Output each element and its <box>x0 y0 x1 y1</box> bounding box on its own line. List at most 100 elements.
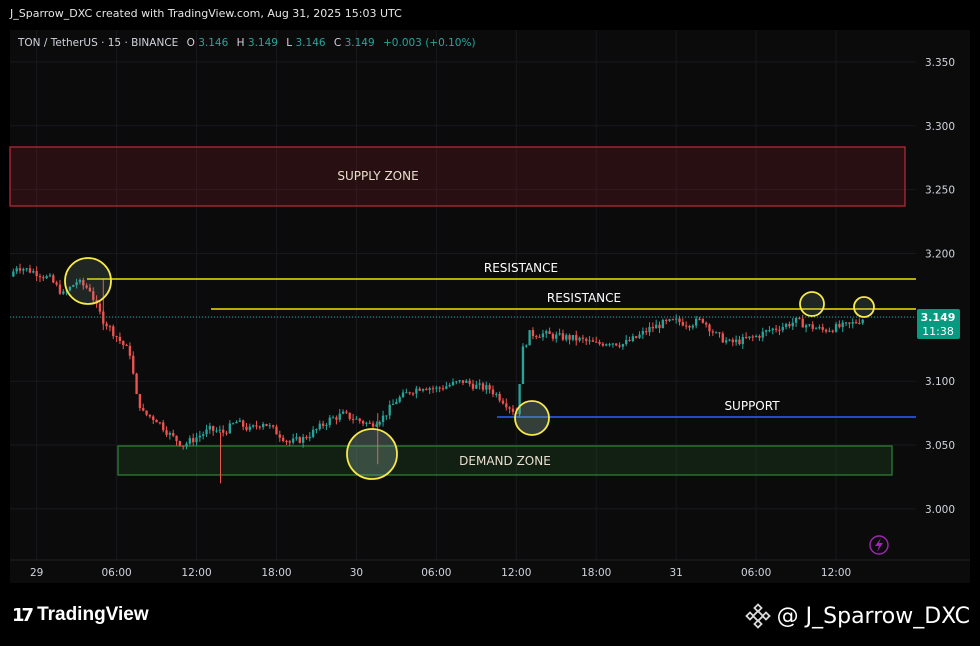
legend-open-value: 3.146 <box>198 37 228 49</box>
candle-body <box>212 425 215 431</box>
candle-body <box>238 420 241 422</box>
candle-body <box>281 437 285 442</box>
candle-body <box>182 445 185 447</box>
supply-zone-box[interactable] <box>9 146 906 207</box>
candle-body <box>565 335 568 340</box>
candle-body <box>365 422 368 424</box>
candle-body <box>675 318 678 320</box>
candle-body <box>112 326 115 337</box>
countdown-timer: 11:38 <box>922 325 954 338</box>
highlight-circle-resistance-touch-1 <box>64 257 112 305</box>
candle-body <box>122 340 125 346</box>
candle-body <box>495 393 498 395</box>
candle-body <box>288 441 291 443</box>
candle-body <box>135 373 138 394</box>
candle-body <box>271 425 275 427</box>
candle-body <box>258 426 261 428</box>
candle-body <box>838 324 841 328</box>
candle-body <box>241 420 245 427</box>
candle-body <box>261 423 265 428</box>
support-label: SUPPORT <box>724 399 780 413</box>
candle-body <box>195 437 198 443</box>
candle-body <box>468 380 471 384</box>
candle-body <box>305 436 308 439</box>
price-tick-label: 3.350 <box>925 57 955 69</box>
candle-body <box>814 328 818 330</box>
candle-body <box>478 383 481 385</box>
legend-change: +0.003 (+0.10%) <box>383 37 476 49</box>
candle-body <box>568 335 571 340</box>
candle-body <box>208 425 212 430</box>
candle-body <box>488 385 491 390</box>
candle-body <box>668 319 671 321</box>
candle-body <box>834 324 838 332</box>
candle-body <box>658 324 661 329</box>
candle-body <box>425 389 428 391</box>
candle-body <box>328 417 331 425</box>
candle-body <box>58 284 62 294</box>
supply-zone-label: SUPPLY ZONE <box>337 169 418 183</box>
candle-body <box>28 268 32 273</box>
candle-body <box>355 418 358 420</box>
candle-body <box>421 389 425 391</box>
candle-body <box>551 333 555 339</box>
candle-body <box>711 331 714 333</box>
price-axis-panel[interactable] <box>916 30 970 560</box>
price-tick-label: 3.000 <box>925 504 955 516</box>
candle-body <box>788 324 791 327</box>
candle-body <box>35 271 38 277</box>
candle-body <box>771 328 774 331</box>
candle-body <box>811 324 814 329</box>
candle-body <box>618 345 621 347</box>
candle-body <box>578 337 581 341</box>
candle-body <box>704 322 708 325</box>
candle-body <box>824 329 828 332</box>
author-handle: @ J_Sparrow_DXC <box>776 603 970 629</box>
legend-low-label: L <box>286 37 292 49</box>
time-tick-label: 06:00 <box>741 567 771 579</box>
candle-body <box>138 393 142 409</box>
candle-body <box>385 415 388 417</box>
legend-open-label: O <box>187 37 195 49</box>
candle-body <box>455 381 458 383</box>
demand-zone-label: DEMAND ZONE <box>459 454 551 468</box>
candle-body <box>724 340 728 343</box>
price-chart[interactable]: SUPPLY ZONE DEMAND ZONE RESISTANCE RESIS… <box>0 0 980 646</box>
candle-body <box>615 343 618 346</box>
price-tick-label: 3.200 <box>925 248 955 260</box>
candle-body <box>108 326 112 328</box>
candle-body <box>571 334 575 340</box>
candle-body <box>128 345 132 356</box>
candle-body <box>665 320 668 322</box>
tradingview-logo[interactable]: 17 TradingView <box>12 602 149 628</box>
candle-body <box>754 335 758 337</box>
candle-body <box>415 388 418 394</box>
candle-body <box>188 438 192 444</box>
candle-body <box>295 437 298 439</box>
time-tick-label: 06:00 <box>421 567 451 579</box>
candle-body <box>118 336 122 341</box>
candle-body <box>115 336 118 338</box>
candle-body <box>645 331 648 333</box>
time-tick-label: 12:00 <box>181 567 211 579</box>
lightning-icon[interactable] <box>869 535 889 555</box>
legend-high-value: 3.149 <box>248 37 278 49</box>
candle-body <box>162 422 165 431</box>
candle-body <box>818 327 821 329</box>
candle-body <box>152 416 155 420</box>
candle-body <box>15 268 18 272</box>
candle-body <box>18 268 22 271</box>
candle-body <box>491 389 495 395</box>
candle-body <box>198 435 202 438</box>
candle-body <box>308 436 311 439</box>
candle-body <box>761 331 764 338</box>
candle-body <box>298 437 301 443</box>
highlight-circle-support-bounce <box>514 400 550 436</box>
candle-body <box>605 344 608 346</box>
candle-body <box>541 333 545 338</box>
legend-low-value: 3.146 <box>296 37 326 49</box>
candle-body <box>794 317 798 323</box>
time-tick-label: 06:00 <box>101 567 131 579</box>
candle-body <box>758 335 761 338</box>
candle-body <box>228 423 232 434</box>
